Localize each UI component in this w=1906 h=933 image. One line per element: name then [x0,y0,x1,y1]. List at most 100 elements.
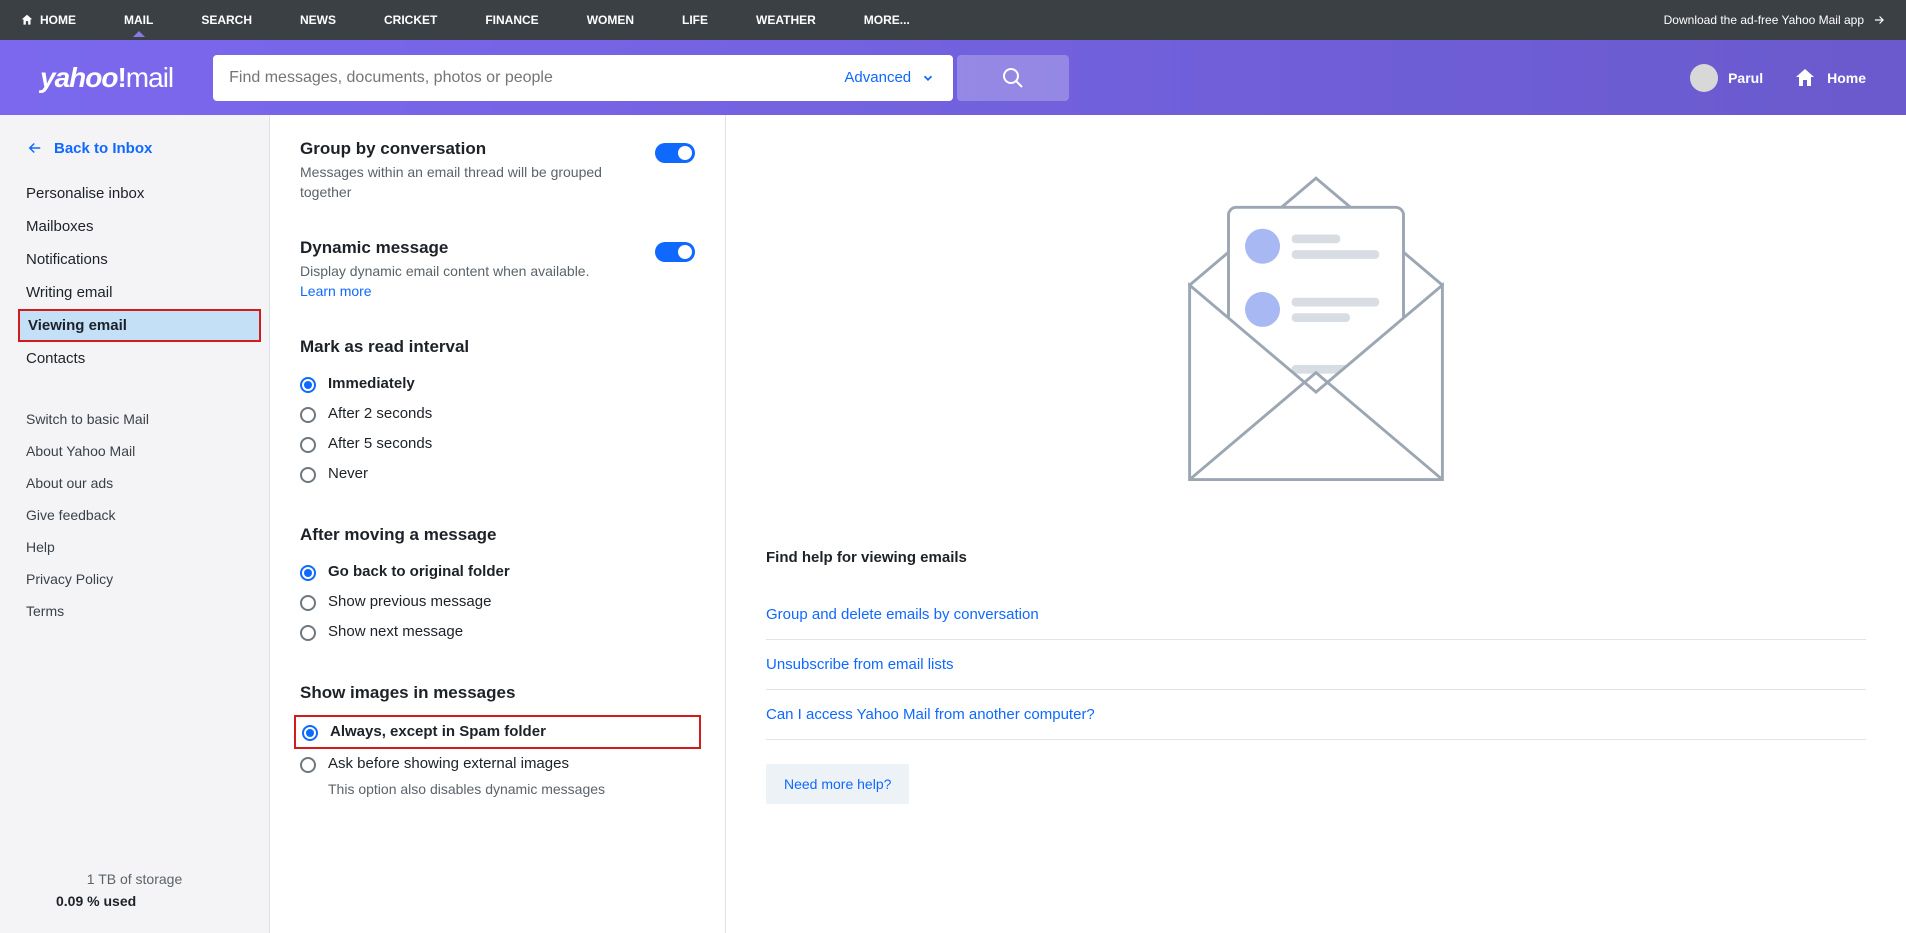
top-nav: HOME MAIL SEARCH NEWS CRICKET FINANCE WO… [0,0,1906,40]
setting-title: After moving a message [300,525,695,545]
group-conversation-toggle[interactable] [655,143,695,163]
nav-home-label: HOME [40,13,76,27]
need-more-help-button[interactable]: Need more help? [766,764,909,804]
dynamic-message-toggle[interactable] [655,242,695,262]
setting-desc: Display dynamic email content when avail… [300,263,589,279]
mark-read-2s[interactable]: After 2 seconds [300,399,695,429]
radio-label: After 5 seconds [328,435,432,452]
envelope-icon [1146,149,1486,499]
nav-search[interactable]: SEARCH [201,13,252,27]
nav-weather[interactable]: WEATHER [756,13,816,27]
setting-title: Mark as read interval [300,337,695,357]
search-icon [1001,66,1025,90]
home-icon [1793,66,1817,90]
setting-title: Dynamic message [300,238,589,258]
nav-life[interactable]: LIFE [682,13,708,27]
sidebar-item-mailboxes[interactable]: Mailboxes [0,210,269,243]
help-link-unsubscribe[interactable]: Unsubscribe from email lists [766,656,954,673]
radio-label: Go back to original folder [328,563,510,580]
storage-total: 1 TB of storage [26,871,243,887]
move-show-previous[interactable]: Show previous message [300,587,695,617]
radio-label: Show previous message [328,593,491,610]
help-link-group-delete[interactable]: Group and delete emails by conversation [766,606,1039,623]
nav-women[interactable]: WOMEN [587,13,634,27]
group-conversation-setting: Group by conversation Messages within an… [300,139,695,202]
settings-nav: Personalise inbox Mailboxes Notification… [0,177,269,375]
sidebar-help[interactable]: Help [0,531,269,563]
nav-news[interactable]: NEWS [300,13,336,27]
radio-icon [300,407,316,423]
nav-mail[interactable]: MAIL [124,13,153,27]
radio-icon [300,467,316,483]
help-links: Group and delete emails by conversation … [766,590,1866,740]
home-link[interactable]: Home [1793,66,1866,90]
move-show-next[interactable]: Show next message [300,617,695,647]
radio-label: Immediately [328,375,415,392]
mark-read-5s[interactable]: After 5 seconds [300,429,695,459]
nav-home[interactable]: HOME [20,13,76,27]
help-heading: Find help for viewing emails [766,549,1866,566]
radio-label: Never [328,465,368,482]
arrow-left-icon [26,139,44,157]
radio-icon [300,757,316,773]
help-link-access-another[interactable]: Can I access Yahoo Mail from another com… [766,706,1095,723]
sidebar-feedback[interactable]: Give feedback [0,499,269,531]
settings-panel[interactable]: Group by conversation Messages within an… [270,115,726,933]
learn-more-link[interactable]: Learn more [300,283,372,299]
nav-label: NEWS [300,13,336,27]
setting-desc: Messages within an email thread will be … [300,163,630,202]
images-ask[interactable]: Ask before showing external images [300,749,695,779]
chevron-down-icon [921,71,935,85]
search-button[interactable] [957,55,1069,101]
sidebar-item-contacts[interactable]: Contacts [0,342,269,375]
setting-title: Group by conversation [300,139,630,159]
nav-mail-label: MAIL [124,13,153,27]
sidebar-secondary: Switch to basic Mail About Yahoo Mail Ab… [0,403,269,627]
nav-finance[interactable]: FINANCE [485,13,538,27]
move-go-back[interactable]: Go back to original folder [300,557,695,587]
nav-label: CRICKET [384,13,437,27]
sidebar-item-personalise[interactable]: Personalise inbox [0,177,269,210]
radio-sublabel: This option also disables dynamic messag… [328,781,695,797]
radio-icon [300,565,316,581]
storage-used: 0.09 % used [26,893,243,909]
nav-label: LIFE [682,13,708,27]
advanced-search-link[interactable]: Advanced [826,69,953,86]
nav-label: WEATHER [756,13,816,27]
sidebar-privacy[interactable]: Privacy Policy [0,563,269,595]
nav-cricket[interactable]: CRICKET [384,13,437,27]
sidebar-item-writing[interactable]: Writing email [0,276,269,309]
mark-read-setting: Mark as read interval Immediately After … [300,337,695,489]
sidebar-about-mail[interactable]: About Yahoo Mail [0,435,269,467]
nav-label: WOMEN [587,13,634,27]
nav-more[interactable]: MORE... [864,13,910,27]
yahoo-mail-logo[interactable]: yahoo!mail [40,62,173,94]
back-to-inbox[interactable]: Back to Inbox [0,139,269,177]
main: Back to Inbox Personalise inbox Mailboxe… [0,115,1906,933]
download-app-link[interactable]: Download the ad-free Yahoo Mail app [1664,13,1886,27]
settings-sidebar: Back to Inbox Personalise inbox Mailboxe… [0,115,270,933]
envelope-illustration [766,149,1866,499]
images-always[interactable]: Always, except in Spam folder [294,715,701,749]
radio-label: After 2 seconds [328,405,432,422]
search-box: Advanced [213,55,953,101]
sidebar-item-viewing[interactable]: Viewing email [18,309,261,342]
sidebar-item-notifications[interactable]: Notifications [0,243,269,276]
sidebar-switch-basic[interactable]: Switch to basic Mail [0,403,269,435]
user-profile[interactable]: Parul [1690,64,1763,92]
advanced-label: Advanced [844,69,911,86]
mark-read-immediately[interactable]: Immediately [300,369,695,399]
radio-icon [300,625,316,641]
header: yahoo!mail Advanced Parul Home [0,40,1906,115]
mark-read-never[interactable]: Never [300,459,695,489]
radio-icon [300,377,316,393]
radio-icon [300,595,316,611]
radio-label: Always, except in Spam folder [330,723,546,740]
radio-icon [300,437,316,453]
sidebar-about-ads[interactable]: About our ads [0,467,269,499]
nav-label: MORE... [864,13,910,27]
sidebar-terms[interactable]: Terms [0,595,269,627]
radio-label: Ask before showing external images [328,755,569,772]
search-input[interactable] [213,69,826,87]
home-label: Home [1827,70,1866,86]
